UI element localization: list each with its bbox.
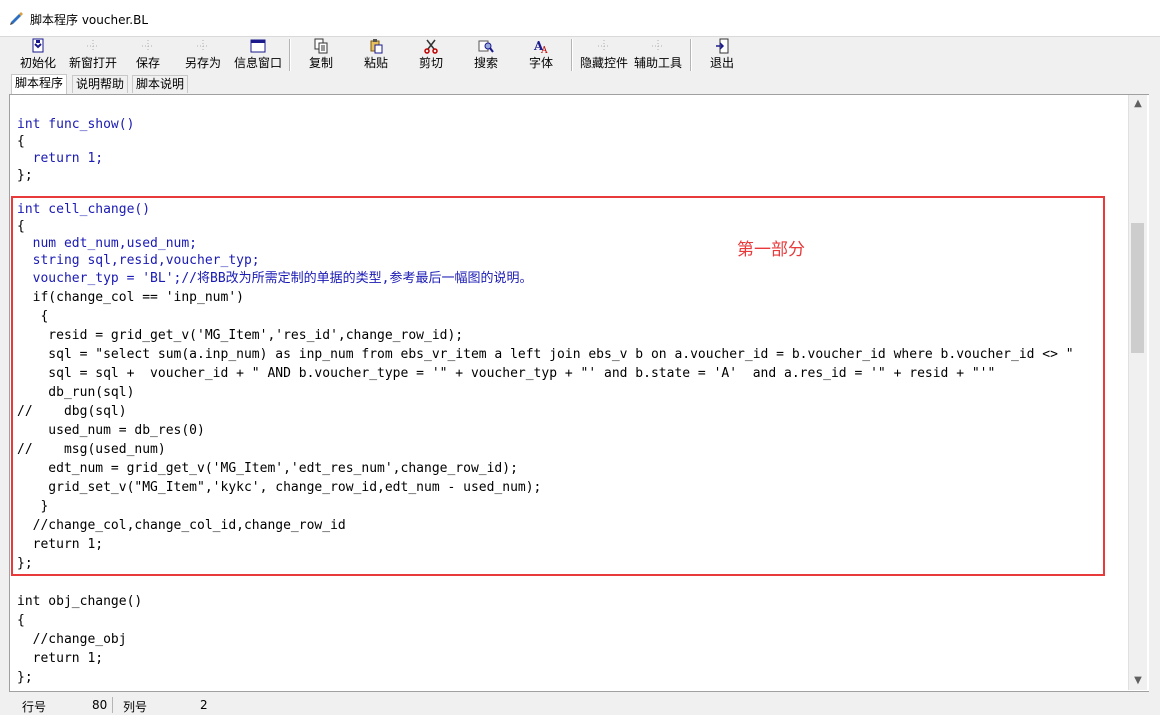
hide-controls-button[interactable]: 隐藏控件 [573,37,635,73]
code-line[interactable]: //change_col,change_col_id,change_row_id [17,516,346,535]
code-line[interactable]: sql = "select sum(a.inp_num) as inp_num … [17,345,1073,364]
scroll-down-icon[interactable]: ▼ [1129,672,1147,690]
code-line[interactable]: }; [17,668,33,687]
vertical-scrollbar[interactable]: ▲ ▼ [1128,95,1147,690]
code-line[interactable]: int cell_change() [17,200,150,219]
tab-script-program[interactable]: 脚本程序 [11,74,68,94]
code-line[interactable]: { [17,307,48,326]
code-line[interactable]: used_num = db_res(0) [17,421,205,440]
code-line[interactable]: resid = grid_get_v('MG_Item','res_id',ch… [17,326,463,345]
font-button[interactable]: A A 字体 [511,37,571,73]
code-line[interactable]: string sql,resid,voucher_typ; [17,251,260,270]
column-label: 列号 [123,700,148,714]
cut-button[interactable]: 剪切 [401,37,461,73]
script-app-icon [10,12,23,25]
search-button[interactable]: 搜索 [456,37,516,73]
scrollbar-thumb[interactable] [1131,223,1144,353]
save-button[interactable]: 保存 [118,37,178,73]
save-icon [142,40,154,52]
row-value: 80 [92,698,108,712]
title-bar: 脚本程序 voucher.BL [0,0,1160,37]
code-editor[interactable]: int func_show() { return 1;}; int cell_cha… [9,94,1149,692]
cut-icon [424,39,438,54]
paste-button[interactable]: 粘贴 [346,37,406,73]
status-bar: 行号 80 列号 2 [0,695,1160,715]
code-line[interactable]: // dbg(sql) [17,402,127,421]
new-window-icon [87,40,99,52]
code-line[interactable]: }; [17,554,33,573]
helper-tools-icon [652,40,664,52]
code-line[interactable]: int func_show() [17,115,134,134]
code-editor-text-area[interactable]: int func_show() { return 1;}; int cell_cha… [10,95,1128,691]
code-line[interactable]: return 1; [17,535,103,554]
paste-icon [370,39,383,54]
code-line[interactable]: int obj_change() [17,592,142,611]
tab-help-notes[interactable]: 说明帮助 [72,75,129,93]
status-separator [112,697,113,713]
tab-script-notes[interactable]: 脚本说明 [132,75,189,93]
annotation-label: 第一部分 [737,240,805,260]
save-as-icon [197,40,209,52]
code-line[interactable]: } [17,497,48,516]
code-line[interactable]: }; [17,166,33,185]
window-title: 脚本程序 voucher.BL [30,13,149,27]
code-line[interactable]: //change_obj [17,630,127,649]
hide-controls-icon [598,40,610,52]
search-icon [478,40,494,53]
code-line[interactable]: // msg(used_num) [17,440,166,459]
new-window-button[interactable]: 新窗打开 [62,37,124,73]
font-icon: A A [533,39,548,54]
code-line[interactable]: { [17,611,25,630]
info-window-icon [250,39,266,53]
init-button[interactable]: 初始化 [8,37,68,73]
save-as-button[interactable]: 另存为 [173,37,233,73]
copy-icon [314,38,328,54]
info-window-button[interactable]: 信息窗口 [228,37,288,73]
code-line[interactable]: sql = sql + voucher_id + " AND b.voucher… [17,364,995,383]
code-line[interactable]: db_run(sql) [17,383,134,402]
code-line[interactable]: voucher_typ = 'BL';//将BB改为所需定制的单据的类型,参考最… [17,269,533,288]
exit-icon [716,38,729,54]
toolbar: 初始化 新窗打开 保存 另存为 信息窗口 复制 粘贴 剪切 搜索 A A 字体 … [0,37,1160,74]
svg-text:A: A [540,46,548,54]
code-line[interactable]: return 1; [17,649,103,668]
code-line[interactable]: edt_num = grid_get_v('MG_Item','edt_res_… [17,459,518,478]
code-line[interactable]: if(change_col == 'inp_num') [17,288,244,307]
exit-button[interactable]: 退出 [692,37,752,73]
column-value: 2 [200,698,208,712]
copy-button[interactable]: 复制 [291,37,351,73]
row-label: 行号 [22,700,47,714]
init-icon [32,38,44,53]
code-line[interactable]: grid_set_v("MG_Item",'kykc', change_row_… [17,478,541,497]
tab-strip: 脚本程序 说明帮助 脚本说明 [0,74,1160,94]
scroll-up-icon[interactable]: ▲ [1129,95,1147,113]
helper-tools-button[interactable]: 辅助工具 [629,37,687,73]
